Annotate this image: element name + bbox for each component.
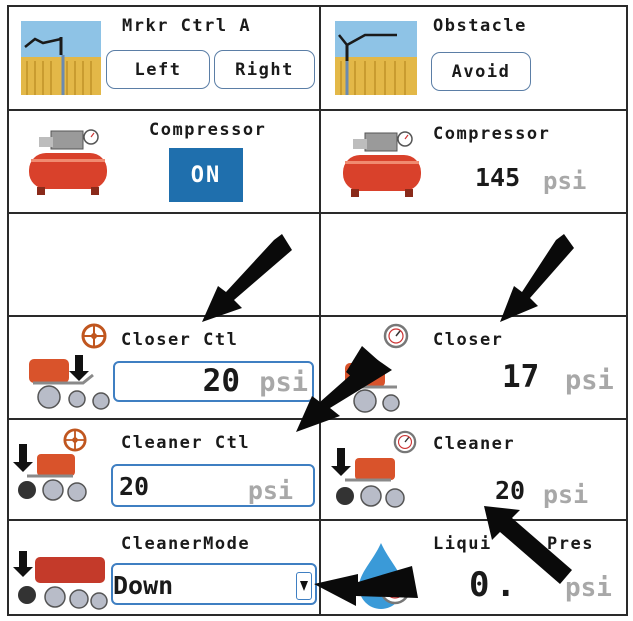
- cleaner-pressure-value: 20: [495, 476, 526, 505]
- cleaner-implement-icon: [13, 551, 108, 610]
- compressor-readout-panel: Compressor 145 psi: [321, 111, 628, 212]
- liquid-pressure-unit: psi: [565, 573, 612, 603]
- closer-control-title: Closer Ctl: [121, 330, 239, 350]
- closer-pressure-value: 17: [502, 359, 540, 395]
- compressor-readout-title: Compressor: [433, 124, 551, 144]
- closer-pressure-input[interactable]: 20 psi: [113, 361, 314, 402]
- cleaner-readout-title: Cleaner: [433, 434, 516, 454]
- cleaner-readout-panel: Cleaner 20 psi: [321, 420, 628, 519]
- marker-field-icon: [21, 21, 101, 95]
- liquid-drop-icon: [359, 543, 411, 609]
- cleaner-control-panel: Cleaner Ctl 20 psi: [9, 420, 319, 519]
- obstacle-panel: Obstacle Avoid: [321, 7, 628, 109]
- dropdown-toggle[interactable]: [296, 572, 312, 600]
- liquid-pressure-panel: Liqui Pres 0. psi: [321, 521, 628, 614]
- cleaner-pressure-unit: psi: [543, 480, 589, 509]
- control-grid: Mrkr Ctrl A Left Right Obstacle Avoid Co…: [7, 5, 628, 616]
- obstacle-field-icon: [335, 21, 417, 95]
- cleaner-implement-icon: [331, 448, 405, 508]
- liquid-pressure-title: Liqui: [433, 534, 492, 554]
- cleaner-control-title: Cleaner Ctl: [121, 433, 251, 453]
- compressor-icon: [29, 129, 107, 195]
- closer-readout-panel: Closer 17 psi: [321, 317, 628, 418]
- liquid-pressure-value: 0.: [469, 565, 522, 605]
- cleaner-setpoint-value: 20: [119, 472, 150, 501]
- cleaner-implement-icon: [13, 444, 87, 502]
- liquid-pressure-title-tail: Pres: [547, 534, 594, 554]
- cleaner-mode-panel: CleanerMode Down: [9, 521, 319, 614]
- marker-title: Mrkr Ctrl A: [122, 16, 252, 36]
- empty-slot: [321, 214, 628, 315]
- closer-implement-icon: [29, 355, 110, 410]
- marker-control-panel: Mrkr Ctrl A Left Right: [9, 7, 319, 109]
- obstacle-avoid-button[interactable]: Avoid: [431, 52, 531, 91]
- cleaner-mode-select[interactable]: Down: [111, 563, 317, 605]
- cleaner-pressure-input[interactable]: 20 psi: [111, 464, 315, 507]
- closer-setpoint-unit: psi: [259, 367, 308, 398]
- cleaner-mode-selected: Down: [113, 571, 174, 600]
- compressor-control-panel: Compressor ON: [9, 111, 319, 212]
- compressor-pressure-value: 145: [475, 163, 521, 192]
- compressor-pressure-unit: psi: [543, 167, 587, 195]
- steering-wheel-icon: [81, 323, 107, 349]
- marker-right-button[interactable]: Right: [214, 50, 315, 89]
- cleaner-setpoint-unit: psi: [247, 476, 293, 505]
- closer-readout-title: Closer: [433, 330, 504, 350]
- closer-pressure-unit: psi: [565, 365, 614, 396]
- obstacle-title: Obstacle: [433, 16, 527, 36]
- cleaner-mode-title: CleanerMode: [121, 534, 251, 554]
- compressor-control-title: Compressor: [149, 120, 267, 140]
- gauge-icon: [383, 323, 409, 349]
- closer-implement-icon: [345, 363, 400, 413]
- empty-slot: [9, 214, 319, 315]
- closer-control-panel: Closer Ctl 20 psi: [9, 317, 319, 418]
- closer-setpoint-value: 20: [202, 363, 240, 399]
- chevron-down-icon: [300, 581, 308, 591]
- compressor-icon: [343, 131, 421, 197]
- compressor-on-toggle[interactable]: ON: [169, 148, 243, 202]
- marker-left-button[interactable]: Left: [106, 50, 210, 89]
